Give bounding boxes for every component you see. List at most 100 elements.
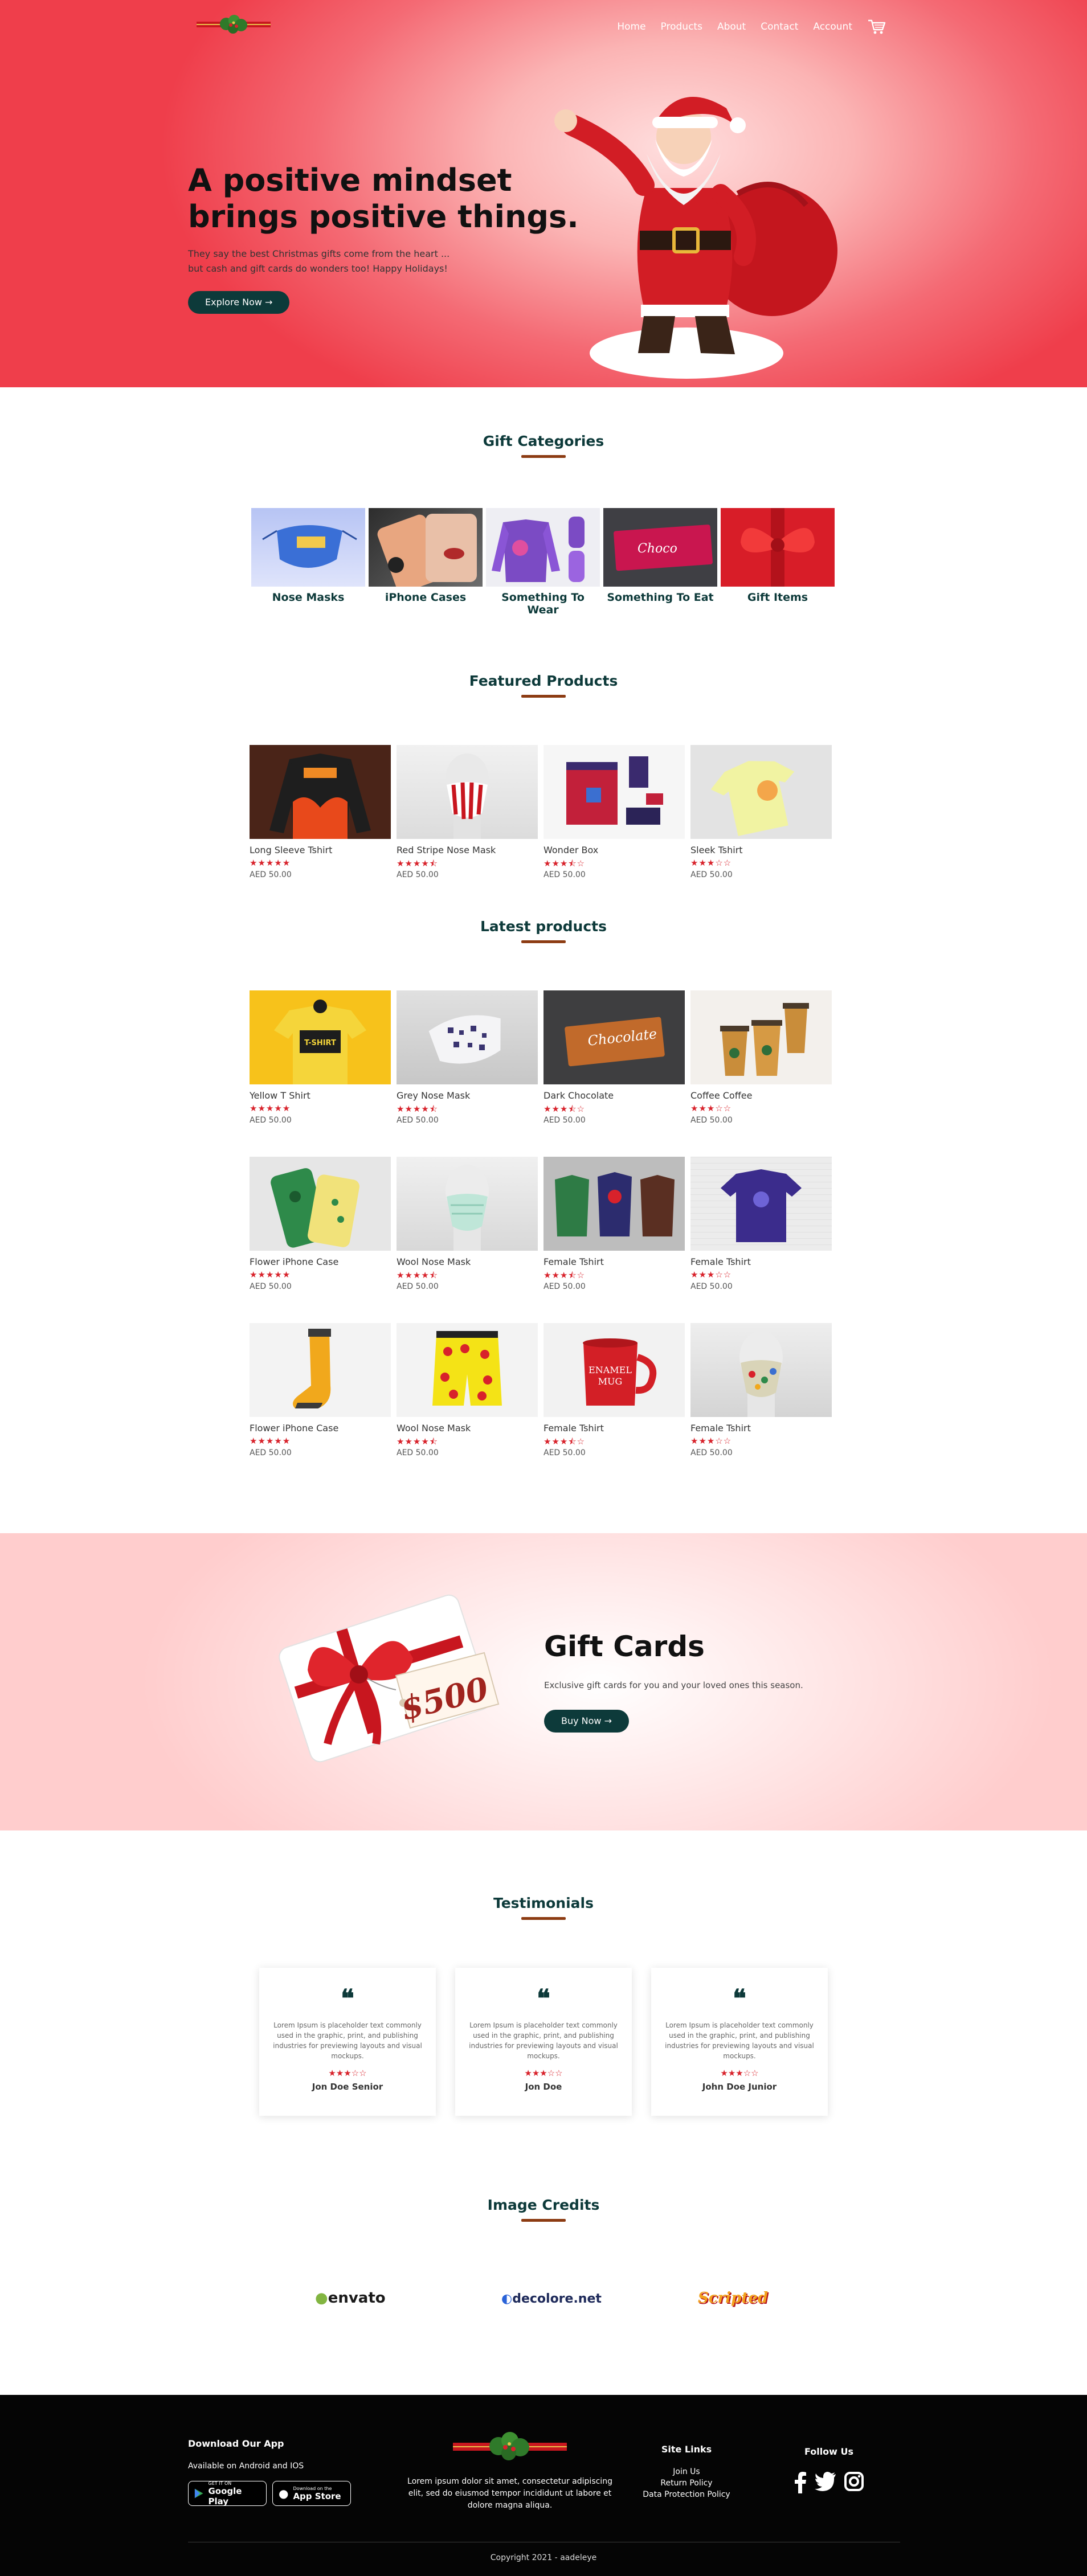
latest-products-title: Latest products (0, 918, 1087, 943)
footer-logo[interactable] (453, 2429, 567, 2466)
image-credits-title-text: Image Credits (487, 2197, 600, 2213)
footer-link-join-us[interactable]: Join Us (638, 2466, 735, 2477)
footer-link-return-policy[interactable]: Return Policy (638, 2477, 735, 2489)
category-iphone-cases[interactable]: iPhone Cases (369, 508, 483, 616)
product-card[interactable]: Chocolate Dark Chocolate ★★★⯪☆ AED 50.00 (544, 990, 685, 1125)
app-store-small: Download on the (293, 2485, 332, 2491)
product-name: Flower iPhone Case (250, 1423, 339, 1434)
app-store-button[interactable]: ● Download on the App Store (272, 2481, 351, 2506)
facebook-icon[interactable] (794, 2472, 807, 2493)
decolore-logo[interactable]: ◐decolore.net (501, 2292, 602, 2306)
category-nose-masks[interactable]: Nose Masks (251, 508, 365, 616)
rating-stars: ★★★⯪☆ (544, 858, 585, 869)
footer-link-data-protection[interactable]: Data Protection Policy (638, 2489, 735, 2500)
product-image (544, 1157, 685, 1251)
testimonials-title: Testimonials (0, 1895, 1087, 1920)
product-card[interactable]: Female Tshirt ★★★⯪☆ AED 50.00 (544, 1157, 685, 1291)
rating-stars: ★★★★⯪ (397, 1104, 438, 1114)
nav-contact[interactable]: Contact (761, 21, 798, 32)
nav-account[interactable]: Account (813, 21, 852, 32)
product-image: Chocolate (544, 990, 685, 1084)
product-card[interactable]: Wool Nose Mask ★★★★⯪ AED 50.00 (397, 1157, 538, 1291)
product-name: Wonder Box (544, 845, 599, 855)
footer-about-block: Lorem ipsum dolor sit amet, consectetur … (399, 2429, 621, 2512)
product-name: Red Stripe Nose Mask (397, 845, 496, 855)
product-image (544, 745, 685, 839)
explore-now-button[interactable]: Explore Now → (188, 291, 290, 314)
testimonials-title-text: Testimonials (493, 1895, 594, 1911)
rating-stars: ★★★☆☆ (720, 2068, 759, 2078)
product-card[interactable]: Red Stripe Nose Mask ★★★★⯪ AED 50.00 (397, 745, 538, 879)
rating-stars: ★★★☆☆ (690, 1269, 732, 1280)
nav-about[interactable]: About (717, 21, 746, 32)
product-price: AED 50.00 (690, 1116, 733, 1125)
svg-text:T-SHIRT: T-SHIRT (304, 1039, 336, 1047)
product-card[interactable]: Flower iPhone Case ★★★★★ AED 50.00 (250, 1323, 391, 1457)
product-card[interactable]: Long Sleeve Tshirt ★★★★★ AED 50.00 (250, 745, 391, 879)
product-card[interactable]: Coffee Coffee ★★★☆☆ AED 50.00 (690, 990, 832, 1125)
product-card[interactable]: Flower iPhone Case ★★★★★ AED 50.00 (250, 1157, 391, 1291)
product-name: Female Tshirt (544, 1423, 604, 1434)
title-underline (521, 695, 566, 698)
title-underline (521, 1917, 566, 1920)
category-list: Nose Masks iPhone Cases Something To Wea… (251, 508, 835, 616)
product-card[interactable]: Wonder Box ★★★⯪☆ AED 50.00 (544, 745, 685, 879)
product-image (250, 745, 391, 839)
category-gift-items[interactable]: Gift Items (721, 508, 835, 616)
hero-subtitle: They say the best Christmas gifts come f… (188, 247, 484, 276)
product-image (397, 1157, 538, 1251)
nose-masks-image (251, 508, 365, 587)
product-price: AED 50.00 (397, 1282, 439, 1291)
image-credits-title: Image Credits (0, 2197, 1087, 2222)
google-play-text: GET IT ON Google Play (209, 2481, 261, 2507)
gift-categories-title: Gift Categories (0, 433, 1087, 458)
scripted-logo[interactable]: Scripted (698, 2290, 768, 2307)
rating-stars: ★★★☆☆ (690, 1103, 732, 1113)
product-card[interactable]: Grey Nose Mask ★★★★⯪ AED 50.00 (397, 990, 538, 1125)
product-image: T-SHIRT (250, 990, 391, 1084)
product-card[interactable]: ENAMEL MUG Female Tshirt ★★★⯪☆ AED 50.00 (544, 1323, 685, 1457)
download-app-title: Download Our App (188, 2438, 284, 2449)
svg-text:ENAMEL: ENAMEL (589, 1365, 632, 1375)
rating-stars: ★★★★⯪ (397, 858, 438, 869)
product-image (397, 1323, 538, 1417)
scripted-label: Scripted (698, 2290, 769, 2307)
product-card[interactable]: Sleek Tshirt ★★★☆☆ AED 50.00 (690, 745, 832, 879)
product-price: AED 50.00 (544, 870, 586, 879)
nav-home[interactable]: Home (617, 21, 645, 32)
product-name: Wool Nose Mask (397, 1256, 471, 1267)
category-label: Nose Masks (272, 591, 345, 604)
rating-stars: ★★★☆☆ (524, 2068, 563, 2078)
testimonial-text: Lorem Ipsum is placeholder text commonly… (273, 2021, 422, 2060)
christmas-logo[interactable] (197, 13, 271, 36)
testimonial-author: Jon Doe Senior (312, 2082, 383, 2092)
product-card[interactable]: T-SHIRT Yellow T Shirt ★★★★★ AED 50.00 (250, 990, 391, 1125)
hero-title-line1: A positive mindset (188, 162, 512, 198)
instagram-icon[interactable] (844, 2472, 864, 2491)
google-play-small: GET IT ON (208, 2480, 232, 2486)
cart-icon[interactable] (867, 18, 886, 35)
title-underline (521, 940, 566, 943)
product-card[interactable]: Wool Nose Mask ★★★★⯪ AED 50.00 (397, 1323, 538, 1457)
santa-illustration (554, 97, 837, 379)
product-name: Long Sleeve Tshirt (250, 845, 333, 855)
store-badges: GET IT ON Google Play ● Download on the Ap… (188, 2481, 351, 2507)
category-something-to-eat[interactable]: Choco Something To Eat (603, 508, 717, 616)
gift-cards-text: Exclusive gift cards for you and your lo… (544, 1680, 803, 1690)
product-name: Female Tshirt (690, 1256, 751, 1267)
google-play-button[interactable]: GET IT ON Google Play (188, 2481, 267, 2507)
product-card[interactable]: Female Tshirt ★★★☆☆ AED 50.00 (690, 1157, 832, 1291)
envato-logo[interactable]: ●envato (315, 2290, 386, 2307)
gift-categories-title-text: Gift Categories (483, 433, 604, 449)
svg-text:MUG: MUG (598, 1376, 623, 1387)
hero-section: Home Products About Contact Account A po… (0, 0, 1087, 387)
category-something-to-wear[interactable]: Something To Wear (486, 508, 600, 616)
product-card[interactable]: Female Tshirt ★★★☆☆ AED 50.00 (690, 1323, 832, 1457)
testimonial-card: ❝ Lorem Ipsum is placeholder text common… (455, 1968, 632, 2116)
buy-now-button[interactable]: Buy Now → (544, 1710, 630, 1733)
nav-products[interactable]: Products (661, 21, 702, 32)
twitter-icon[interactable] (815, 2472, 836, 2491)
hero-subtitle-line1: They say the best Christmas gifts come f… (188, 248, 450, 259)
google-play-big: Google Play (208, 2485, 242, 2507)
rating-stars: ★★★★★ (250, 1103, 291, 1113)
